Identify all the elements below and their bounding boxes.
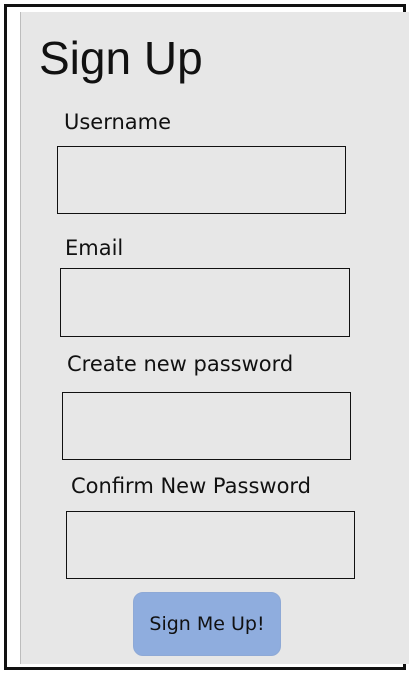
username-label: Username xyxy=(64,110,172,134)
new-password-input[interactable] xyxy=(62,392,351,460)
username-input[interactable] xyxy=(57,146,346,214)
signup-title: Sign Up xyxy=(39,32,203,84)
confirm-password-input[interactable] xyxy=(66,511,355,579)
email-label: Email xyxy=(65,236,124,260)
confirm-password-label: Confirm New Password xyxy=(71,474,312,498)
sign-me-up-button[interactable]: Sign Me Up! xyxy=(133,592,281,656)
email-input[interactable] xyxy=(60,268,350,337)
new-password-label: Create new password xyxy=(67,352,294,376)
